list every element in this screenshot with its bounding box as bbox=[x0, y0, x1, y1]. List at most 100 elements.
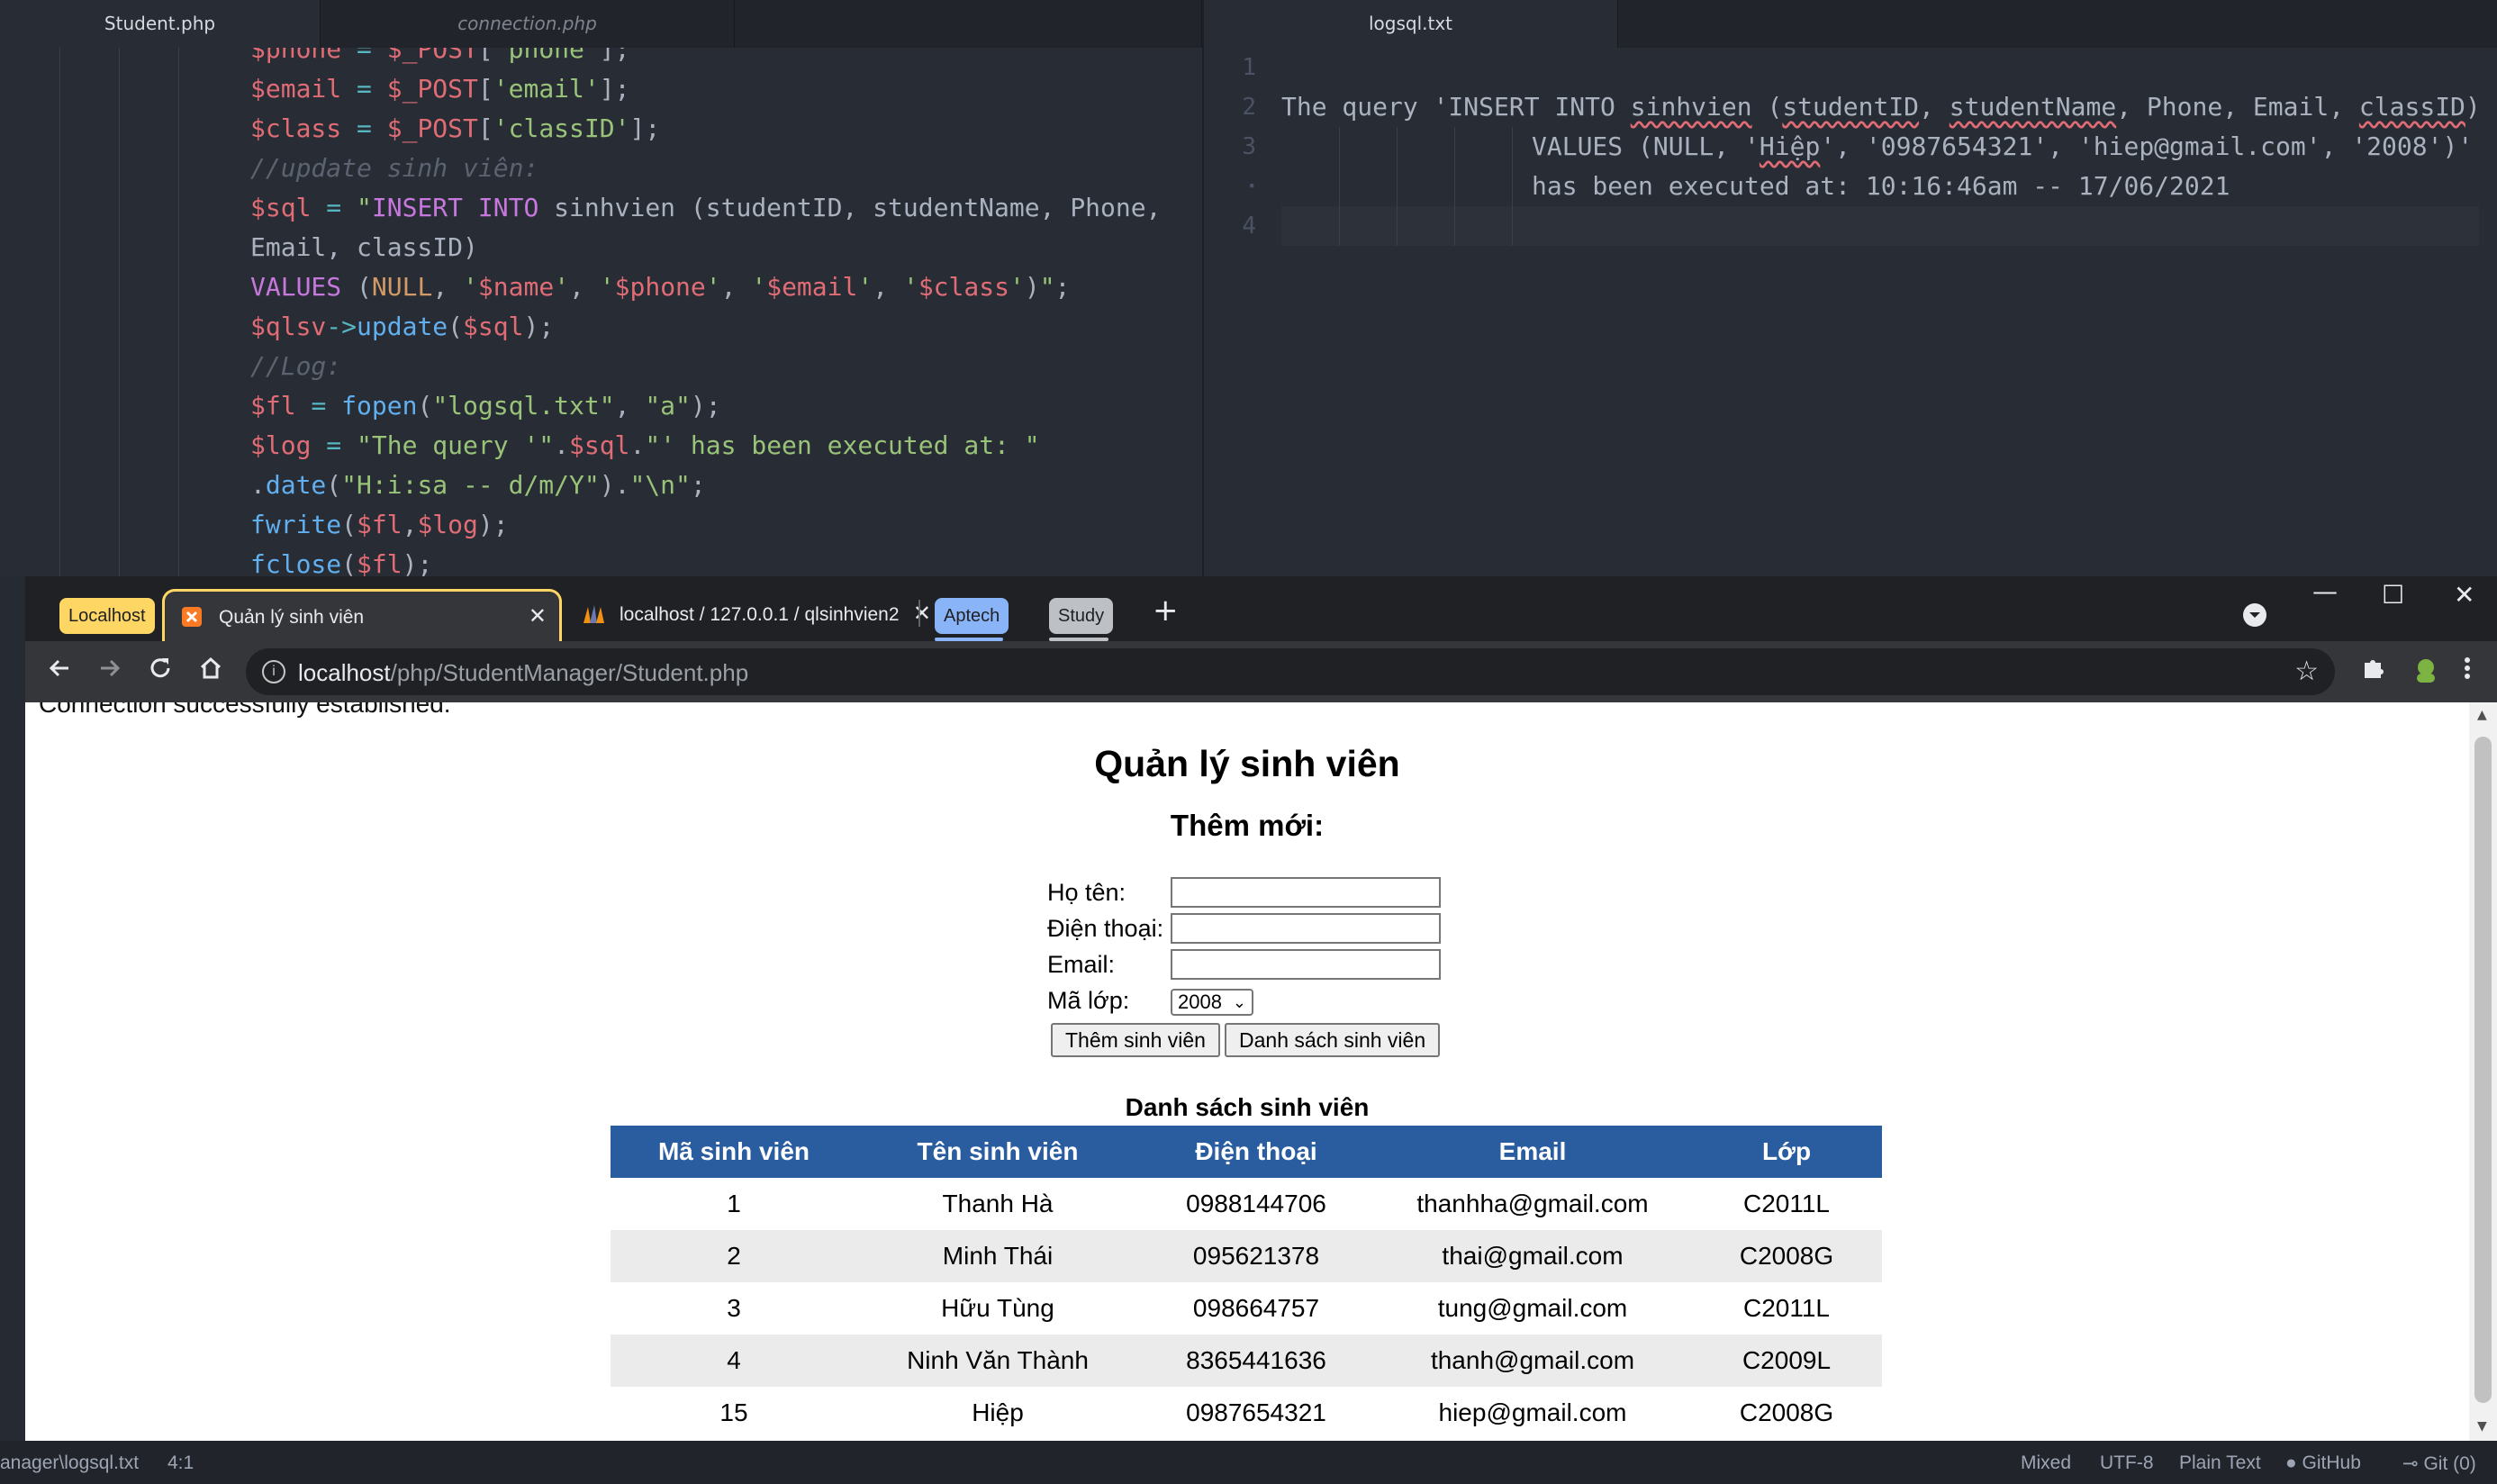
column-header: Tên sinh viên bbox=[857, 1126, 1138, 1178]
reload-icon bbox=[150, 658, 170, 678]
table-cell: tung@gmail.com bbox=[1437, 1294, 1628, 1322]
table-cell: Minh Thái bbox=[857, 1230, 1138, 1282]
add-student-button[interactable]: Thêm sinh viên bbox=[1051, 1023, 1220, 1057]
forward-button[interactable] bbox=[95, 654, 124, 691]
info-icon[interactable]: i bbox=[262, 660, 285, 683]
web-page: Connection successfully established. Quả… bbox=[25, 702, 2469, 1441]
table-cell: C2011L bbox=[1742, 1190, 1830, 1217]
table-cell: 8365441636 bbox=[1138, 1335, 1374, 1387]
minimize-button[interactable]: — bbox=[2312, 576, 2338, 606]
table-cell: 3 bbox=[727, 1294, 741, 1322]
class-select[interactable]: 2008 ⌄ bbox=[1171, 989, 1253, 1016]
menu-kebab-icon[interactable] bbox=[2462, 654, 2473, 691]
table-cell: 0988144706 bbox=[1186, 1190, 1326, 1217]
reload-button[interactable] bbox=[146, 654, 175, 691]
close-tab-icon[interactable]: ✕ bbox=[913, 601, 931, 627]
close-tab-icon[interactable]: ✕ bbox=[529, 603, 547, 629]
status-cursor-position[interactable]: 4:1 bbox=[167, 1452, 194, 1474]
chevron-down-icon: ⌄ bbox=[1232, 993, 1246, 1011]
new-tab-button[interactable]: + bbox=[1153, 593, 1179, 629]
table-cell: Hiệp bbox=[972, 1398, 1024, 1426]
url-text: localhost/php/StudentManager/Student.php bbox=[298, 659, 749, 686]
email-label: Email: bbox=[1047, 951, 1116, 978]
status-git[interactable]: ⊸ Git (0) bbox=[2402, 1452, 2476, 1475]
arrow-right-icon bbox=[101, 659, 121, 677]
table-row: 4 Ninh Văn Thành 8365441636 thanh@gmail.… bbox=[611, 1335, 1882, 1387]
table-cell: C2009L bbox=[1691, 1335, 1882, 1387]
status-github[interactable]: ● GitHub bbox=[2285, 1452, 2361, 1474]
code-pane-student-php[interactable]: $phone = $_POST['phone']; $email = $_POS… bbox=[0, 48, 1202, 576]
table-row: 3 Hữu Tùng 098664757 tung@gmail.com C201… bbox=[611, 1282, 1882, 1335]
scroll-thumb[interactable] bbox=[2474, 737, 2492, 1403]
status-line-ending[interactable]: Mixed bbox=[2021, 1452, 2071, 1474]
tab-separator bbox=[918, 600, 920, 627]
tab-logsql-txt[interactable]: logsql.txt bbox=[1204, 0, 1618, 48]
table-row: 2 Minh Thái 095621378 thai@gmail.com C20… bbox=[611, 1230, 1882, 1282]
code-editor: Student.php connection.php logsql.txt $p… bbox=[0, 0, 2497, 576]
column-header: Điện thoại bbox=[1138, 1126, 1374, 1178]
table-cell: 095621378 bbox=[1138, 1230, 1374, 1282]
tab-empty bbox=[735, 0, 1202, 48]
table-cell: 1 bbox=[727, 1190, 741, 1217]
scroll-down-icon[interactable]: ▼ bbox=[2477, 1419, 2487, 1434]
bookmark-star-icon[interactable]: ☆ bbox=[2294, 656, 2319, 687]
profile-avatar[interactable] bbox=[2410, 654, 2442, 694]
page-title: Quản lý sinh viên bbox=[1094, 743, 1400, 784]
cursor-line-highlight bbox=[1281, 206, 2479, 246]
table-cell: hiep@gmail.com bbox=[1438, 1398, 1627, 1426]
tab-connection-php[interactable]: connection.php bbox=[321, 0, 735, 48]
table-cell: thanh@gmail.com bbox=[1374, 1335, 1691, 1387]
name-label: Họ tên: bbox=[1047, 879, 1126, 906]
table-cell: Thanh Hà bbox=[942, 1190, 1054, 1217]
phone-input[interactable] bbox=[1171, 913, 1441, 944]
status-encoding[interactable]: UTF-8 bbox=[2100, 1452, 2154, 1474]
phone-label: Điện thoại: bbox=[1047, 915, 1164, 942]
table-row: 15 Hiệp 0987654321 hiep@gmail.com C2008G bbox=[611, 1387, 1882, 1439]
text-pane-logsql[interactable]: 1 2 3 • 4 The query 'INSERT INTO sinhvie… bbox=[1204, 48, 2497, 576]
table-cell: Ninh Văn Thành bbox=[857, 1335, 1138, 1387]
editor-tab-bar: Student.php connection.php logsql.txt bbox=[0, 0, 2497, 48]
xampp-icon bbox=[181, 606, 203, 628]
tab-student-php[interactable]: Student.php bbox=[0, 0, 321, 48]
arrow-left-icon bbox=[49, 659, 68, 677]
class-label: Mã lớp: bbox=[1047, 987, 1130, 1014]
scroll-up-icon[interactable]: ▲ bbox=[2477, 708, 2487, 722]
list-students-button[interactable]: Danh sách sinh viên bbox=[1225, 1023, 1441, 1057]
name-input[interactable] bbox=[1171, 877, 1441, 908]
table-cell: 4 bbox=[611, 1335, 857, 1387]
close-window-button[interactable]: ✕ bbox=[2454, 580, 2474, 610]
github-icon: ● bbox=[2285, 1452, 2297, 1473]
status-file-path[interactable]: anager\logsql.txt bbox=[0, 1452, 139, 1474]
table-cell: C2008G bbox=[1739, 1398, 1834, 1426]
line-number-gutter: 1 2 3 • 4 bbox=[1242, 54, 1256, 240]
home-button[interactable] bbox=[196, 654, 225, 691]
table-cell: Hữu Tùng bbox=[941, 1294, 1054, 1322]
table-cell: 15 bbox=[719, 1398, 748, 1426]
tab-search-button[interactable] bbox=[2243, 603, 2266, 627]
page-scrollbar[interactable]: ▲ ▼ bbox=[2469, 702, 2497, 1441]
back-button[interactable] bbox=[45, 654, 74, 691]
log-text: The query 'INSERT INTO sinhvien (student… bbox=[1281, 92, 2481, 201]
table-cell: C2008G bbox=[1691, 1230, 1882, 1282]
browser-toolbar: i localhost/php/StudentManager/Student.p… bbox=[25, 641, 2497, 702]
address-bar[interactable]: i localhost/php/StudentManager/Student.p… bbox=[246, 648, 2335, 695]
tab-group-localhost[interactable]: Localhost bbox=[59, 598, 155, 634]
tab-phpmyadmin[interactable]: localhost / 127.0.0.1 / qlsinhvien2 ✕ bbox=[565, 589, 944, 641]
status-grammar[interactable]: Plain Text bbox=[2179, 1452, 2261, 1474]
connection-message: Connection successfully established. bbox=[39, 702, 451, 718]
tab-quan-ly-sinh-vien[interactable]: Quản lý sinh viên ✕ bbox=[162, 589, 562, 641]
home-icon bbox=[200, 656, 222, 679]
extensions-puzzle-icon[interactable] bbox=[2359, 654, 2388, 691]
table-cell: 0987654321 bbox=[1186, 1398, 1326, 1426]
column-header: Lớp bbox=[1691, 1126, 1882, 1178]
editor-status-bar: anager\logsql.txt 4:1 Mixed UTF-8 Plain … bbox=[0, 1441, 2497, 1484]
table-cell: 2 bbox=[611, 1230, 857, 1282]
email-input[interactable] bbox=[1171, 949, 1441, 980]
tab-group-study[interactable]: Study bbox=[1049, 598, 1114, 634]
table-cell: thanhha@gmail.com bbox=[1416, 1190, 1649, 1217]
maximize-button[interactable]: ☐ bbox=[2382, 580, 2404, 610]
phpmyadmin-icon bbox=[582, 603, 604, 625]
chevron-down-icon bbox=[2249, 612, 2260, 618]
table-row: 1 Thanh Hà 0988144706 thanhha@gmail.com … bbox=[611, 1178, 1882, 1230]
tab-group-aptech[interactable]: Aptech bbox=[935, 598, 1009, 634]
